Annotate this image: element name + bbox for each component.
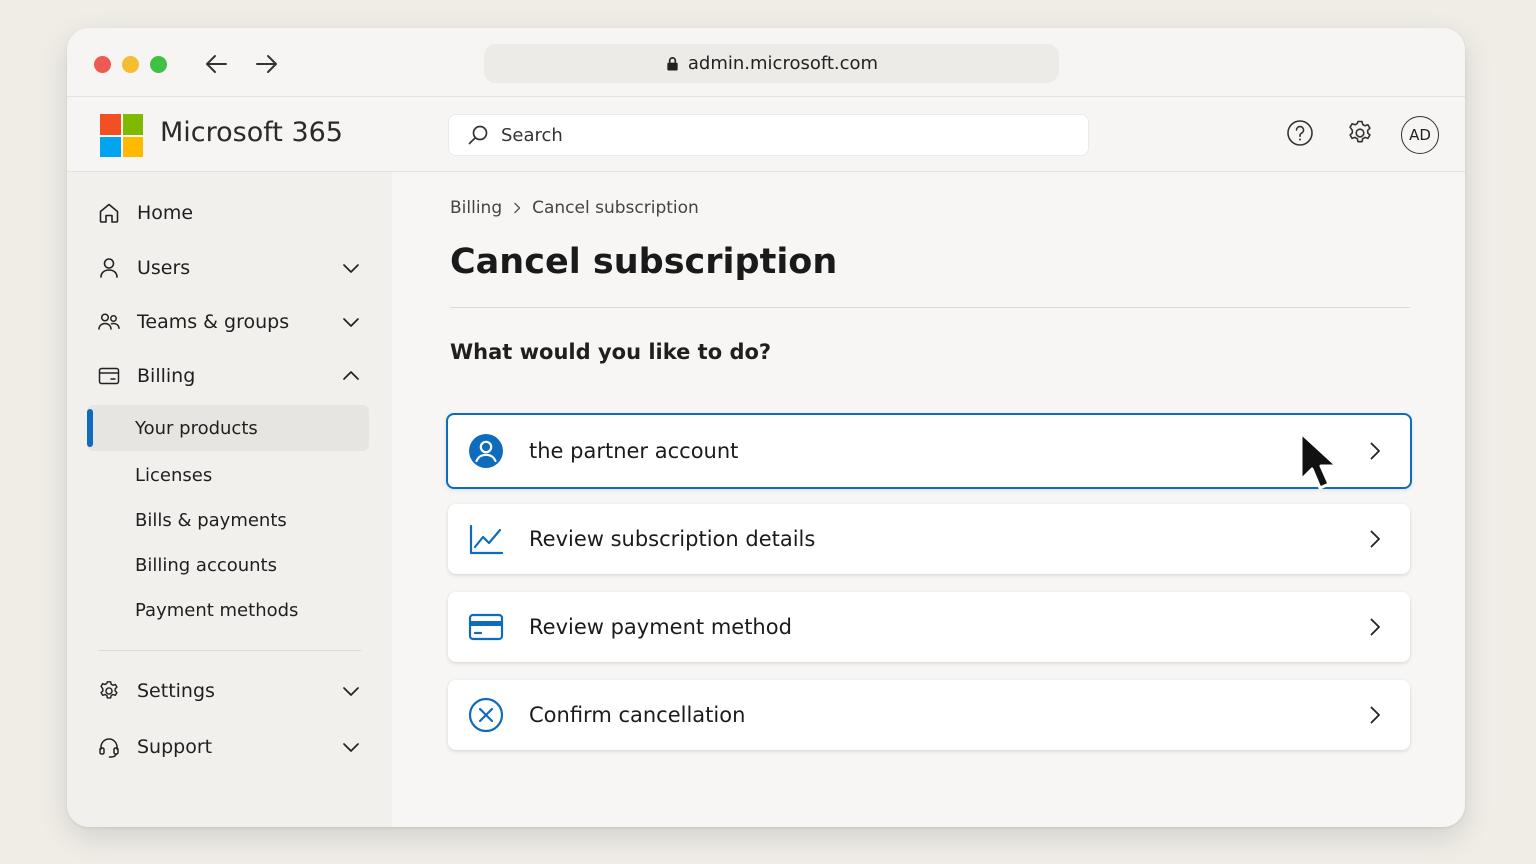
sidebar-item-support[interactable]: Support [97,727,367,767]
sidebar-item-users[interactable]: Users [97,248,367,288]
lock-icon [667,57,678,71]
sidebar-item-label: Settings [137,680,215,702]
option-label: Confirm cancellation [529,703,746,727]
sidebar-item-label: Home [137,202,194,224]
sidebar-item-label: Support [137,736,213,758]
option-label: Review subscription details [529,527,816,551]
sidebar-item-label: Teams & groups [137,311,290,333]
page-title: Cancel subscription [450,242,838,282]
gear-icon[interactable] [1345,118,1375,148]
search-input[interactable]: Search [448,114,1089,156]
chevron-down-icon[interactable] [341,737,361,757]
headset-icon [99,738,119,758]
search-icon [468,125,488,145]
person-circle-icon [469,434,503,468]
minimize-window-button[interactable] [122,56,139,73]
help-icon[interactable] [1285,118,1315,148]
option-partner-account[interactable]: the partner account [446,413,1412,489]
user-avatar[interactable]: AD [1401,116,1439,154]
browser-titlebar: admin.microsoft.com [67,28,1465,97]
mouse-pointer-icon [1299,431,1339,490]
back-arrow-icon[interactable] [204,51,230,77]
chevron-right-icon [1370,706,1380,724]
sidebar-item-teams-groups[interactable]: Teams & groups [97,302,367,342]
app-header: Microsoft 365 Search AD [67,97,1465,172]
dismiss-circle-icon [468,697,504,733]
chevron-right-icon [1370,618,1380,636]
app-brand-name[interactable]: Microsoft 365 [160,117,343,148]
home-icon [99,203,119,223]
breadcrumb: Billing Cancel subscription [450,198,699,218]
credit-card-icon [468,613,504,641]
chevron-right-icon [514,202,521,214]
breadcrumb-current: Cancel subscription [532,198,699,218]
sidebar-subitem-bills-payments[interactable]: Bills & payments [135,504,287,536]
option-review-payment-method[interactable]: Review payment method [448,592,1410,662]
search-placeholder: Search [501,124,563,146]
maximize-window-button[interactable] [150,56,167,73]
sidebar-divider [99,650,361,651]
section-question: What would you like to do? [450,340,772,364]
sidebar-nav: Home Users Teams & groups Billing Your p… [67,172,392,827]
option-label: Review payment method [529,615,792,639]
gear-icon [100,681,118,699]
microsoft-logo-icon[interactable] [100,114,143,157]
sidebar-item-label: Users [137,257,191,279]
option-label: the partner account [529,439,739,463]
sidebar-subitem-payment-methods[interactable]: Payment methods [135,594,298,626]
address-bar[interactable]: admin.microsoft.com [484,44,1059,83]
url-text: admin.microsoft.com [687,53,879,74]
browser-window: admin.microsoft.com Microsoft 365 Search [67,28,1465,827]
person-icon [100,258,118,278]
sidebar-item-settings[interactable]: Settings [97,671,367,711]
people-team-icon [98,313,120,330]
chevron-up-icon[interactable] [341,366,361,386]
breadcrumb-billing-link[interactable]: Billing [450,198,502,218]
sidebar-subitem-billing-accounts[interactable]: Billing accounts [135,549,277,581]
selected-item-indicator [87,409,93,447]
chevron-down-icon[interactable] [341,681,361,701]
sidebar-item-home[interactable]: Home [97,193,367,233]
main-content: Billing Cancel subscription Cancel subsc… [392,172,1465,827]
title-divider [450,307,1410,308]
option-confirm-cancellation[interactable]: Confirm cancellation [448,680,1410,750]
option-review-subscription-details[interactable]: Review subscription details [448,504,1410,574]
chevron-down-icon[interactable] [341,312,361,332]
chevron-right-icon [1370,530,1380,548]
forward-arrow-icon[interactable] [253,51,279,77]
chevron-down-icon[interactable] [341,258,361,278]
line-chart-icon [469,524,504,555]
close-window-button[interactable] [94,56,111,73]
sidebar-item-billing[interactable]: Billing [97,356,367,396]
sidebar-subitem-licenses[interactable]: Licenses [135,459,212,491]
sidebar-subitem-your-products[interactable]: Your products [135,412,258,444]
chevron-right-icon [1370,442,1380,460]
sidebar-item-label: Billing [137,365,196,387]
billing-card-icon [98,367,120,385]
